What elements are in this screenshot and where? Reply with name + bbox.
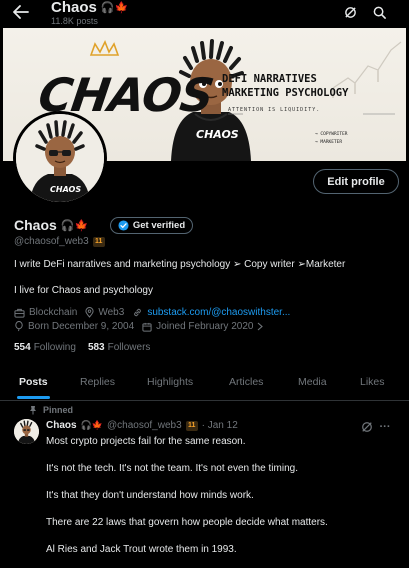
profile-name: Chaos 🎧🍁 <box>14 217 88 233</box>
header-title: Chaos 🎧🍁 <box>51 0 128 16</box>
profile-avatar[interactable]: CHAOS <box>13 111 107 205</box>
follow-stats: 554 Following 583 Followers <box>14 342 150 353</box>
profile-meta-row-2: Born December 9, 2004 Joined February 20… <box>14 321 271 332</box>
category-text: Blockchain <box>29 307 78 318</box>
post-grok-icon[interactable] <box>360 420 374 434</box>
post-date[interactable]: · Jan 12 <box>202 420 238 431</box>
profile-name-emoji: 🎧🍁 <box>60 219 89 232</box>
tab-media[interactable]: Media <box>298 376 327 388</box>
search-icon[interactable] <box>371 4 387 20</box>
post-text-line-2: It's not the tech. It's not the team. It… <box>46 463 298 474</box>
banner-headline-line2: MARKETING PSYCHOLOGY <box>222 87 349 99</box>
tab-replies[interactable]: Replies <box>80 376 115 388</box>
header-name: Chaos <box>51 0 97 16</box>
location-item: Web3 <box>85 307 124 318</box>
post-author-avatar[interactable] <box>14 419 39 444</box>
bio-line-1: I write DeFi narratives and marketing ps… <box>14 259 346 270</box>
tab-likes[interactable]: Likes <box>360 376 385 388</box>
chevron-right-icon <box>257 322 264 331</box>
following-count: 554 <box>14 342 31 353</box>
website-item[interactable]: substack.com/@chaoswithster... <box>132 307 290 318</box>
post-author-name[interactable]: Chaos <box>46 420 77 431</box>
birthday-text: Born December 9, 2004 <box>28 321 135 332</box>
profile-name-text: Chaos <box>14 217 57 233</box>
svg-text:CHAOS: CHAOS <box>50 185 81 194</box>
bio-line-2: I live for Chaos and psychology <box>14 285 153 296</box>
tab-articles[interactable]: Articles <box>229 376 263 388</box>
following-link[interactable]: 554 Following <box>14 342 76 353</box>
edit-profile-button[interactable]: Edit profile <box>313 169 399 194</box>
profile-tabs: Posts Replies Highlights Articles Media … <box>0 364 409 401</box>
post-author-handle[interactable]: @chaosof_web3 <box>107 420 182 431</box>
avatar-character-image: CHAOS <box>16 114 104 202</box>
pinned-text: Pinned <box>43 405 74 415</box>
header-posts-count: 11.8K posts <box>51 16 98 26</box>
followers-link[interactable]: 583 Followers <box>88 342 150 353</box>
birthday-item: Born December 9, 2004 <box>14 321 134 332</box>
banner-roles: → COPYWRITER → MARKETER <box>315 131 348 147</box>
post-header: Chaos 🎧🍁 @chaosof_web3 11 · Jan 12 <box>46 420 238 431</box>
get-verified-label: Get verified <box>132 220 186 231</box>
joined-item[interactable]: Joined February 2020 <box>142 321 264 332</box>
back-arrow-icon[interactable] <box>10 3 32 21</box>
top-header: Chaos 🎧🍁 11.8K posts <box>0 0 409 28</box>
website-link[interactable]: substack.com/@chaoswithster... <box>147 307 290 318</box>
header-emoji: 🎧🍁 <box>100 2 129 14</box>
banner-role-2: → MARKETER <box>315 140 343 145</box>
post-avatar-image <box>14 419 39 444</box>
banner-headline: DEFI NARRATIVES MARKETING PSYCHOLOGY <box>222 72 402 100</box>
post-text-line-5: Al Ries and Jack Trout wrote them in 199… <box>46 544 237 555</box>
pin-icon <box>29 405 37 415</box>
post-text-line-3: It's that they don't understand how mind… <box>46 490 254 501</box>
category-item: Blockchain <box>14 307 77 318</box>
post-more-icon[interactable]: ··· <box>378 420 392 434</box>
tab-highlights[interactable]: Highlights <box>147 376 193 388</box>
balloon-icon <box>14 321 24 332</box>
briefcase-icon <box>14 308 25 318</box>
calendar-icon <box>142 322 152 332</box>
banner-headline-line1: DEFI NARRATIVES <box>222 73 317 85</box>
profile-meta-row-1: Blockchain Web3 substack.com/@chaoswiths… <box>14 307 298 318</box>
pinned-label: Pinned <box>29 405 73 415</box>
post-text-line-1: Most crypto projects fail for the same r… <box>46 436 246 447</box>
post-affiliate-badge: 11 <box>185 420 198 431</box>
tab-posts[interactable]: Posts <box>19 376 48 388</box>
profile-affiliate-badge: 11 <box>92 236 105 247</box>
profile-handle-row: @chaosof_web3 11 <box>14 236 105 247</box>
banner-role-1: → COPYWRITER <box>315 132 348 137</box>
followers-label: Followers <box>107 342 151 353</box>
post-author-emoji: 🎧🍁 <box>80 420 103 430</box>
link-icon <box>132 307 143 318</box>
banner-tagline: ATTENTION IS LIQUIDITY. <box>228 107 321 113</box>
location-text: Web3 <box>98 307 125 318</box>
location-pin-icon <box>85 307 94 318</box>
profile-handle: @chaosof_web3 <box>14 236 89 247</box>
get-verified-button[interactable]: Get verified <box>110 217 193 234</box>
followers-count: 583 <box>87 342 105 353</box>
grok-icon[interactable] <box>342 4 358 20</box>
joined-text: Joined February 2020 <box>156 321 254 332</box>
banner-hoodie-text: CHAOS <box>196 128 239 141</box>
active-tab-indicator <box>17 396 50 399</box>
verified-badge-icon <box>118 220 129 231</box>
following-label: Following <box>33 342 76 353</box>
post-text-line-4: There are 22 laws that govern how people… <box>46 517 328 528</box>
